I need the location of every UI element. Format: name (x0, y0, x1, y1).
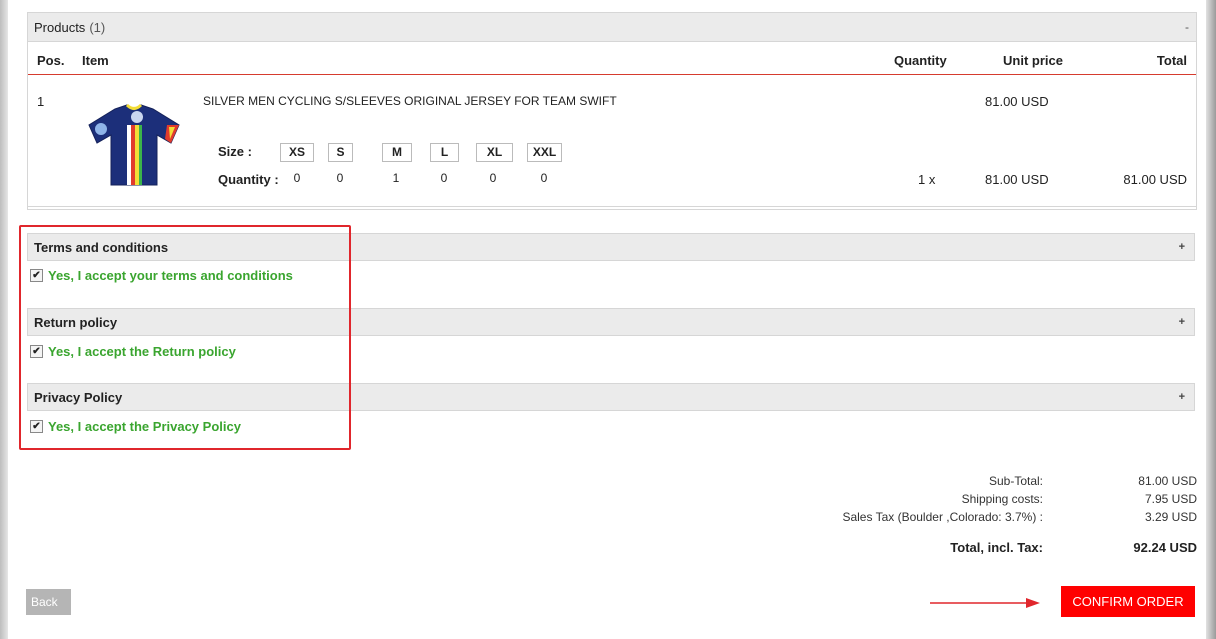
size-xl[interactable]: XL (476, 143, 513, 162)
col-total: Total (1156, 53, 1187, 68)
collapse-toggle[interactable]: - (1185, 20, 1189, 34)
grand-total-value: 92.24 USD (1133, 540, 1197, 555)
product-name[interactable]: SILVER MEN CYCLING S/SLEEVES ORIGINAL JE… (203, 94, 617, 108)
highlight-box (19, 225, 351, 450)
background-edge-right (1206, 0, 1216, 639)
unit-price: 81.00 USD (985, 172, 1049, 187)
size-s[interactable]: S (328, 143, 353, 162)
qty-xxl: 0 (540, 171, 548, 185)
row-pos: 1 (37, 94, 45, 109)
subtotal-value: 81.00 USD (1138, 474, 1197, 488)
line-total: 81.00 USD (1123, 172, 1187, 187)
background-edge-left (0, 0, 8, 639)
shipping-label: Shipping costs: (961, 492, 1043, 506)
back-button[interactable]: Back (26, 589, 71, 615)
products-count: (1) (89, 19, 106, 35)
arrow-right-icon (930, 598, 1040, 608)
size-l[interactable]: L (430, 143, 459, 162)
grand-total-label: Total, incl. Tax: (950, 540, 1043, 555)
unit-price-top: 81.00 USD (985, 94, 1049, 109)
col-pos: Pos. (37, 53, 65, 68)
col-unit-price: Unit price (1003, 53, 1063, 68)
subtotal-label: Sub-Total: (988, 474, 1043, 488)
qty-xl: 0 (489, 171, 497, 185)
qty-l: 0 (440, 171, 448, 185)
qty-total: 1 x (918, 172, 936, 187)
col-item: Item (82, 53, 109, 68)
qty-s: 0 (336, 171, 344, 185)
size-xs[interactable]: XS (280, 143, 314, 162)
size-xxl[interactable]: XXL (527, 143, 562, 162)
privacy-expand-icon[interactable]: + (1179, 391, 1185, 403)
products-panel: Products (1) - Pos. Item Quantity Unit p… (27, 12, 1197, 210)
col-quantity: Quantity (894, 53, 947, 68)
qty-xs: 0 (293, 171, 301, 185)
terms-expand-icon[interactable]: + (1179, 241, 1185, 253)
size-label: Size : (218, 144, 252, 159)
quantity-label: Quantity : (218, 172, 279, 187)
shipping-value: 7.95 USD (1144, 492, 1197, 506)
product-image[interactable] (87, 103, 182, 189)
size-m[interactable]: M (382, 143, 412, 162)
qty-m: 1 (392, 171, 400, 185)
confirm-order-button[interactable]: CONFIRM ORDER (1061, 586, 1195, 617)
tax-value: 3.29 USD (1144, 510, 1197, 524)
return-expand-icon[interactable]: + (1179, 316, 1185, 328)
tax-label: Sales Tax (Boulder ,Colorado: 3.7%) : (842, 510, 1043, 524)
column-header-row: Pos. Item Quantity Unit price Total (28, 52, 1196, 75)
products-header[interactable]: Products (1) - (28, 13, 1196, 42)
divider (28, 206, 1196, 207)
products-title: Products (34, 19, 86, 35)
